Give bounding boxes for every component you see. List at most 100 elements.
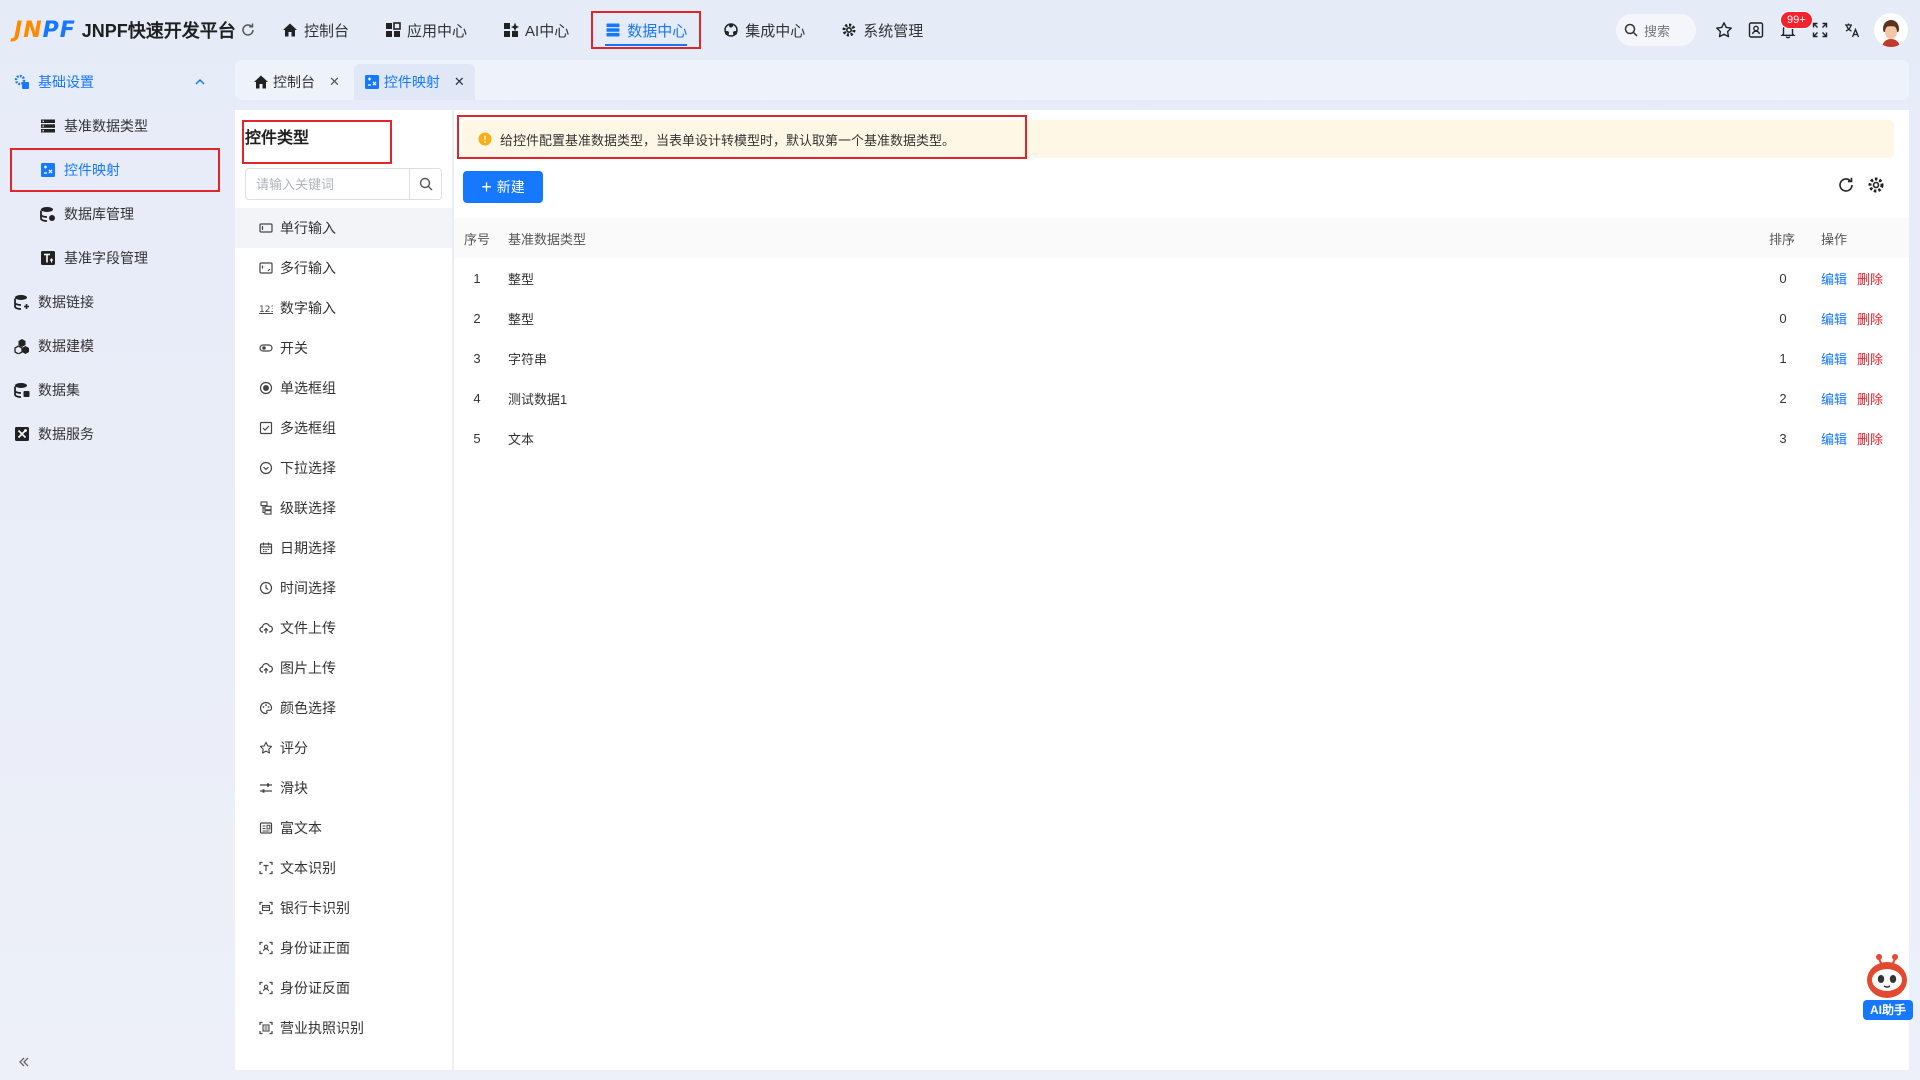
gear-icon[interactable] [1867, 176, 1885, 194]
refresh-icon[interactable] [1837, 176, 1855, 194]
star-outline-icon [259, 741, 273, 754]
control-item[interactable]: 级联选择 [235, 488, 452, 528]
delete-link[interactable]: 删除 [1857, 312, 1883, 327]
edit-link[interactable]: 编辑 [1821, 432, 1847, 447]
search-placeholder: 搜索 [1644, 23, 1671, 39]
control-item[interactable]: 日期选择 [235, 528, 452, 568]
control-item[interactable]: 身份证反面 [235, 968, 452, 1008]
sidebar-item-database-management[interactable]: 数据库管理 [0, 192, 228, 236]
notification-button[interactable]: 99+ [1772, 11, 1813, 46]
nav-item-app-center[interactable]: 应用中心 [371, 11, 481, 49]
robot-icon [1867, 954, 1907, 998]
control-item[interactable]: 文本识别 [235, 848, 452, 888]
top-nav: 控制台 应用中心 AI中心 数据中心 集成中心 系统管理 [268, 0, 945, 60]
delete-link[interactable]: 删除 [1857, 352, 1883, 367]
grid-icon [386, 22, 401, 37]
delete-link[interactable]: 删除 [1857, 432, 1883, 447]
sidebar-item-base-field-management[interactable]: 基准字段管理 [0, 236, 228, 280]
sidebar-item-dataset[interactable]: 数据集 [0, 368, 228, 412]
control-item[interactable]: 单行输入 [235, 208, 452, 248]
nav-item-integration-center[interactable]: 集成中心 [709, 11, 819, 49]
collapse-sidebar-button[interactable] [18, 1056, 30, 1068]
cell-ops: 编辑 删除 [1813, 338, 1909, 378]
tab-control-mapping[interactable]: 控件映射 ✕ [353, 64, 475, 100]
new-button[interactable]: + 新建 [463, 171, 543, 203]
control-item[interactable]: 多行输入 [235, 248, 452, 288]
contact-button[interactable] [1740, 14, 1772, 46]
table-row: 1 整型 0 编辑 删除 [454, 258, 1909, 298]
top-bar: JNPF JNPF快速开发平台 控制台 应用中心 AI中心 数据中心 集成中心 … [0, 0, 1920, 60]
cloud-upload-icon [259, 623, 273, 634]
control-item[interactable]: 时间选择 [235, 568, 452, 608]
user-avatar[interactable] [1874, 13, 1908, 47]
sidebar-item-base-data-type[interactable]: 基准数据类型 [0, 104, 228, 148]
sidebar-item-control-mapping[interactable]: 控件映射 [10, 148, 220, 192]
edit-link[interactable]: 编辑 [1821, 312, 1847, 327]
control-item[interactable]: 123数字输入 [235, 288, 452, 328]
cell-index: 5 [473, 430, 481, 446]
clock-icon [259, 581, 273, 595]
language-button[interactable] [1836, 14, 1868, 46]
close-icon[interactable]: ✕ [329, 74, 340, 90]
delete-link[interactable]: 删除 [1857, 392, 1883, 407]
favorite-button[interactable] [1708, 14, 1740, 46]
delete-link[interactable]: 删除 [1857, 272, 1883, 287]
id-front-scan-icon [259, 941, 273, 955]
cell-sort: 1 [1779, 350, 1787, 366]
edit-link[interactable]: 编辑 [1821, 272, 1847, 287]
single-line-input-icon [259, 223, 273, 233]
close-icon[interactable]: ✕ [454, 74, 465, 90]
nav-item-system-admin[interactable]: 系统管理 [827, 11, 937, 49]
calendar-icon [259, 542, 273, 555]
control-item[interactable]: 单选框组 [235, 368, 452, 408]
cell-ops: 编辑 删除 [1813, 258, 1909, 298]
global-search[interactable]: 搜索 [1616, 14, 1696, 46]
sidebar-item-data-modeling[interactable]: 数据建模 [0, 324, 228, 368]
control-item[interactable]: 营业执照识别 [235, 1008, 452, 1048]
col-sort: 排序 [1753, 218, 1813, 258]
app-logo[interactable]: JNPF JNPF快速开发平台 [0, 0, 240, 60]
sidebar-item-data-link[interactable]: 数据链接 [0, 280, 228, 324]
control-item[interactable]: 多选框组 [235, 408, 452, 448]
control-item[interactable]: 文件上传 [235, 608, 452, 648]
cell-ops: 编辑 删除 [1813, 298, 1909, 338]
control-item[interactable]: 滑块 [235, 768, 452, 808]
control-item[interactable]: 开关 [235, 328, 452, 368]
control-item[interactable]: 图片上传 [235, 648, 452, 688]
double-chevron-left-icon [19, 1057, 29, 1067]
id-back-scan-icon [259, 981, 273, 995]
chevron-up-icon [195, 78, 205, 85]
stacked-list-icon [41, 119, 55, 133]
sidebar-group-basic-settings[interactable]: 基础设置 [0, 60, 228, 104]
nav-item-console[interactable]: 控制台 [268, 11, 363, 49]
control-search-button[interactable] [409, 169, 441, 199]
fullscreen-icon [1812, 22, 1828, 38]
nav-item-ai-center[interactable]: AI中心 [489, 11, 583, 49]
multi-line-input-icon [259, 262, 273, 274]
image-upload-icon [259, 663, 273, 674]
ai-assistant-button[interactable]: AI助手 [1861, 952, 1913, 1022]
control-item[interactable]: 下拉选择 [235, 448, 452, 488]
control-item[interactable]: 颜色选择 [235, 688, 452, 728]
cell-sort: 2 [1779, 390, 1787, 406]
tab-console[interactable]: 控制台 ✕ [243, 64, 350, 100]
control-item[interactable]: 身份证正面 [235, 928, 452, 968]
control-item[interactable]: 富文本 [235, 808, 452, 848]
control-search-input[interactable] [246, 169, 409, 199]
control-item[interactable]: 评分 [235, 728, 452, 768]
edit-link[interactable]: 编辑 [1821, 352, 1847, 367]
gear-icon [842, 23, 856, 37]
star-icon [1716, 22, 1732, 38]
control-map-icon [364, 75, 379, 89]
control-item[interactable]: 银行卡识别 [235, 888, 452, 928]
sidebar-item-data-service[interactable]: 数据服务 [0, 412, 228, 456]
integration-icon [724, 23, 738, 37]
rich-text-icon [259, 822, 273, 834]
refresh-icon[interactable] [232, 14, 264, 46]
edit-link[interactable]: 编辑 [1821, 392, 1847, 407]
fullscreen-button[interactable] [1804, 14, 1836, 46]
nav-item-data-center[interactable]: 数据中心 [591, 11, 702, 49]
settings-cube-icon [14, 74, 29, 89]
control-search [245, 168, 442, 200]
plus-icon: + [481, 177, 492, 197]
